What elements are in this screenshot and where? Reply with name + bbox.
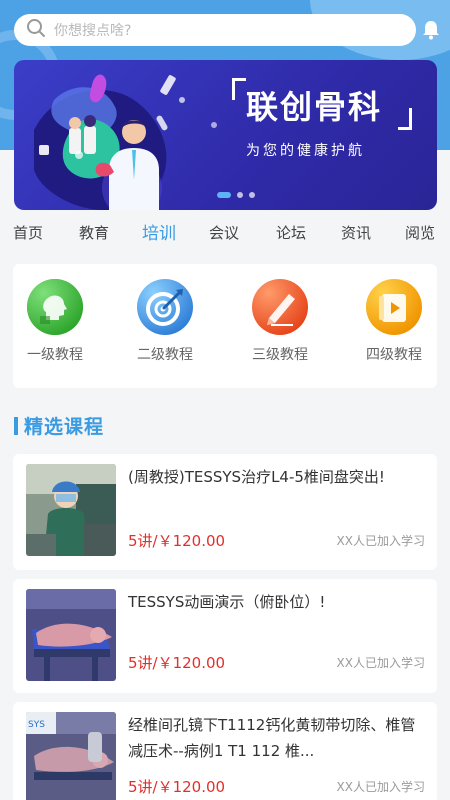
category-label: 一级教程 [27,347,83,363]
course-thumbnail [26,464,116,556]
carousel-dot[interactable] [217,192,231,198]
target-arrow-icon [136,278,194,336]
course-card[interactable]: TESSYS动画演示（俯卧位）! 5讲/￥120.00 XX人已加入学习 [13,579,437,693]
nav-tabs: 首页 教育 培训 会议 论坛 资讯 阅览 [0,222,450,252]
video-book-icon [365,278,423,336]
promo-banner[interactable]: 联创骨科 为您的健康护航 [14,60,437,210]
tab-reading[interactable]: 阅览 [405,222,435,243]
search-input[interactable]: 你想搜点啥? [54,20,131,40]
carousel-indicator[interactable] [217,192,255,198]
category-panel: 一级教程 二级教程 三级教程 四级教程 [13,264,437,388]
course-price: 5讲/￥120.00 [128,654,226,672]
carousel-dot[interactable] [237,192,243,198]
category-level-1[interactable]: 一级教程 [10,278,100,364]
course-enrollment: XX人已加入学习 [336,534,425,548]
course-thumbnail [26,589,116,681]
section-title: 精选课程 [24,416,105,438]
tab-news[interactable]: 资讯 [341,222,371,243]
course-enrollment: XX人已加入学习 [336,656,425,670]
featured-section-header: 精选课程 [14,412,104,439]
course-title: TESSYS动画演示（俯卧位）! [128,593,326,611]
tab-forum[interactable]: 论坛 [276,222,306,243]
banner-title: 联创骨科 [246,88,383,126]
notification-bell-icon[interactable] [422,20,440,40]
pencil-icon [251,278,309,336]
tab-training[interactable]: 培训 [142,219,176,244]
category-level-2[interactable]: 二级教程 [120,278,210,364]
doctor-illustration [34,74,217,210]
category-level-3[interactable]: 三级教程 [235,278,325,364]
course-title: 经椎间孔镜下T1112钙化黄韧带切除、椎管减压术--病例1 T1 112 椎..… [128,716,416,760]
section-accent-bar [14,416,18,435]
search-icon [26,18,46,42]
course-price: 5讲/￥120.00 [128,532,226,550]
course-card[interactable]: (周教授)TESSYS治疗L4-5椎间盘突出! 5讲/￥120.00 XX人已加… [13,454,437,570]
course-price: 5讲/￥120.00 [128,778,226,796]
search-bar[interactable]: 你想搜点啥? [14,14,416,46]
category-label: 四级教程 [366,347,422,363]
svg-text:SYS: SYS [28,720,45,730]
head-profile-icon [26,278,84,336]
carousel-dot[interactable] [249,192,255,198]
banner-subtitle: 为您的健康护航 [246,143,365,159]
title-bracket-right [398,108,412,130]
category-label: 三级教程 [252,347,308,363]
category-level-4[interactable]: 四级教程 [349,278,439,364]
tab-conference[interactable]: 会议 [209,222,239,243]
title-bracket-left [232,78,246,100]
tab-home[interactable]: 首页 [13,222,43,243]
course-title: (周教授)TESSYS治疗L4-5椎间盘突出! [128,468,385,486]
category-label: 二级教程 [137,347,193,363]
course-enrollment: XX人已加入学习 [336,780,425,794]
course-thumbnail: SYS [26,712,116,800]
course-card[interactable]: SYS 经椎间孔镜下T1112钙化黄韧带切除、椎管减压术--病例1 T1 112… [13,702,437,800]
tab-education[interactable]: 教育 [79,222,109,243]
